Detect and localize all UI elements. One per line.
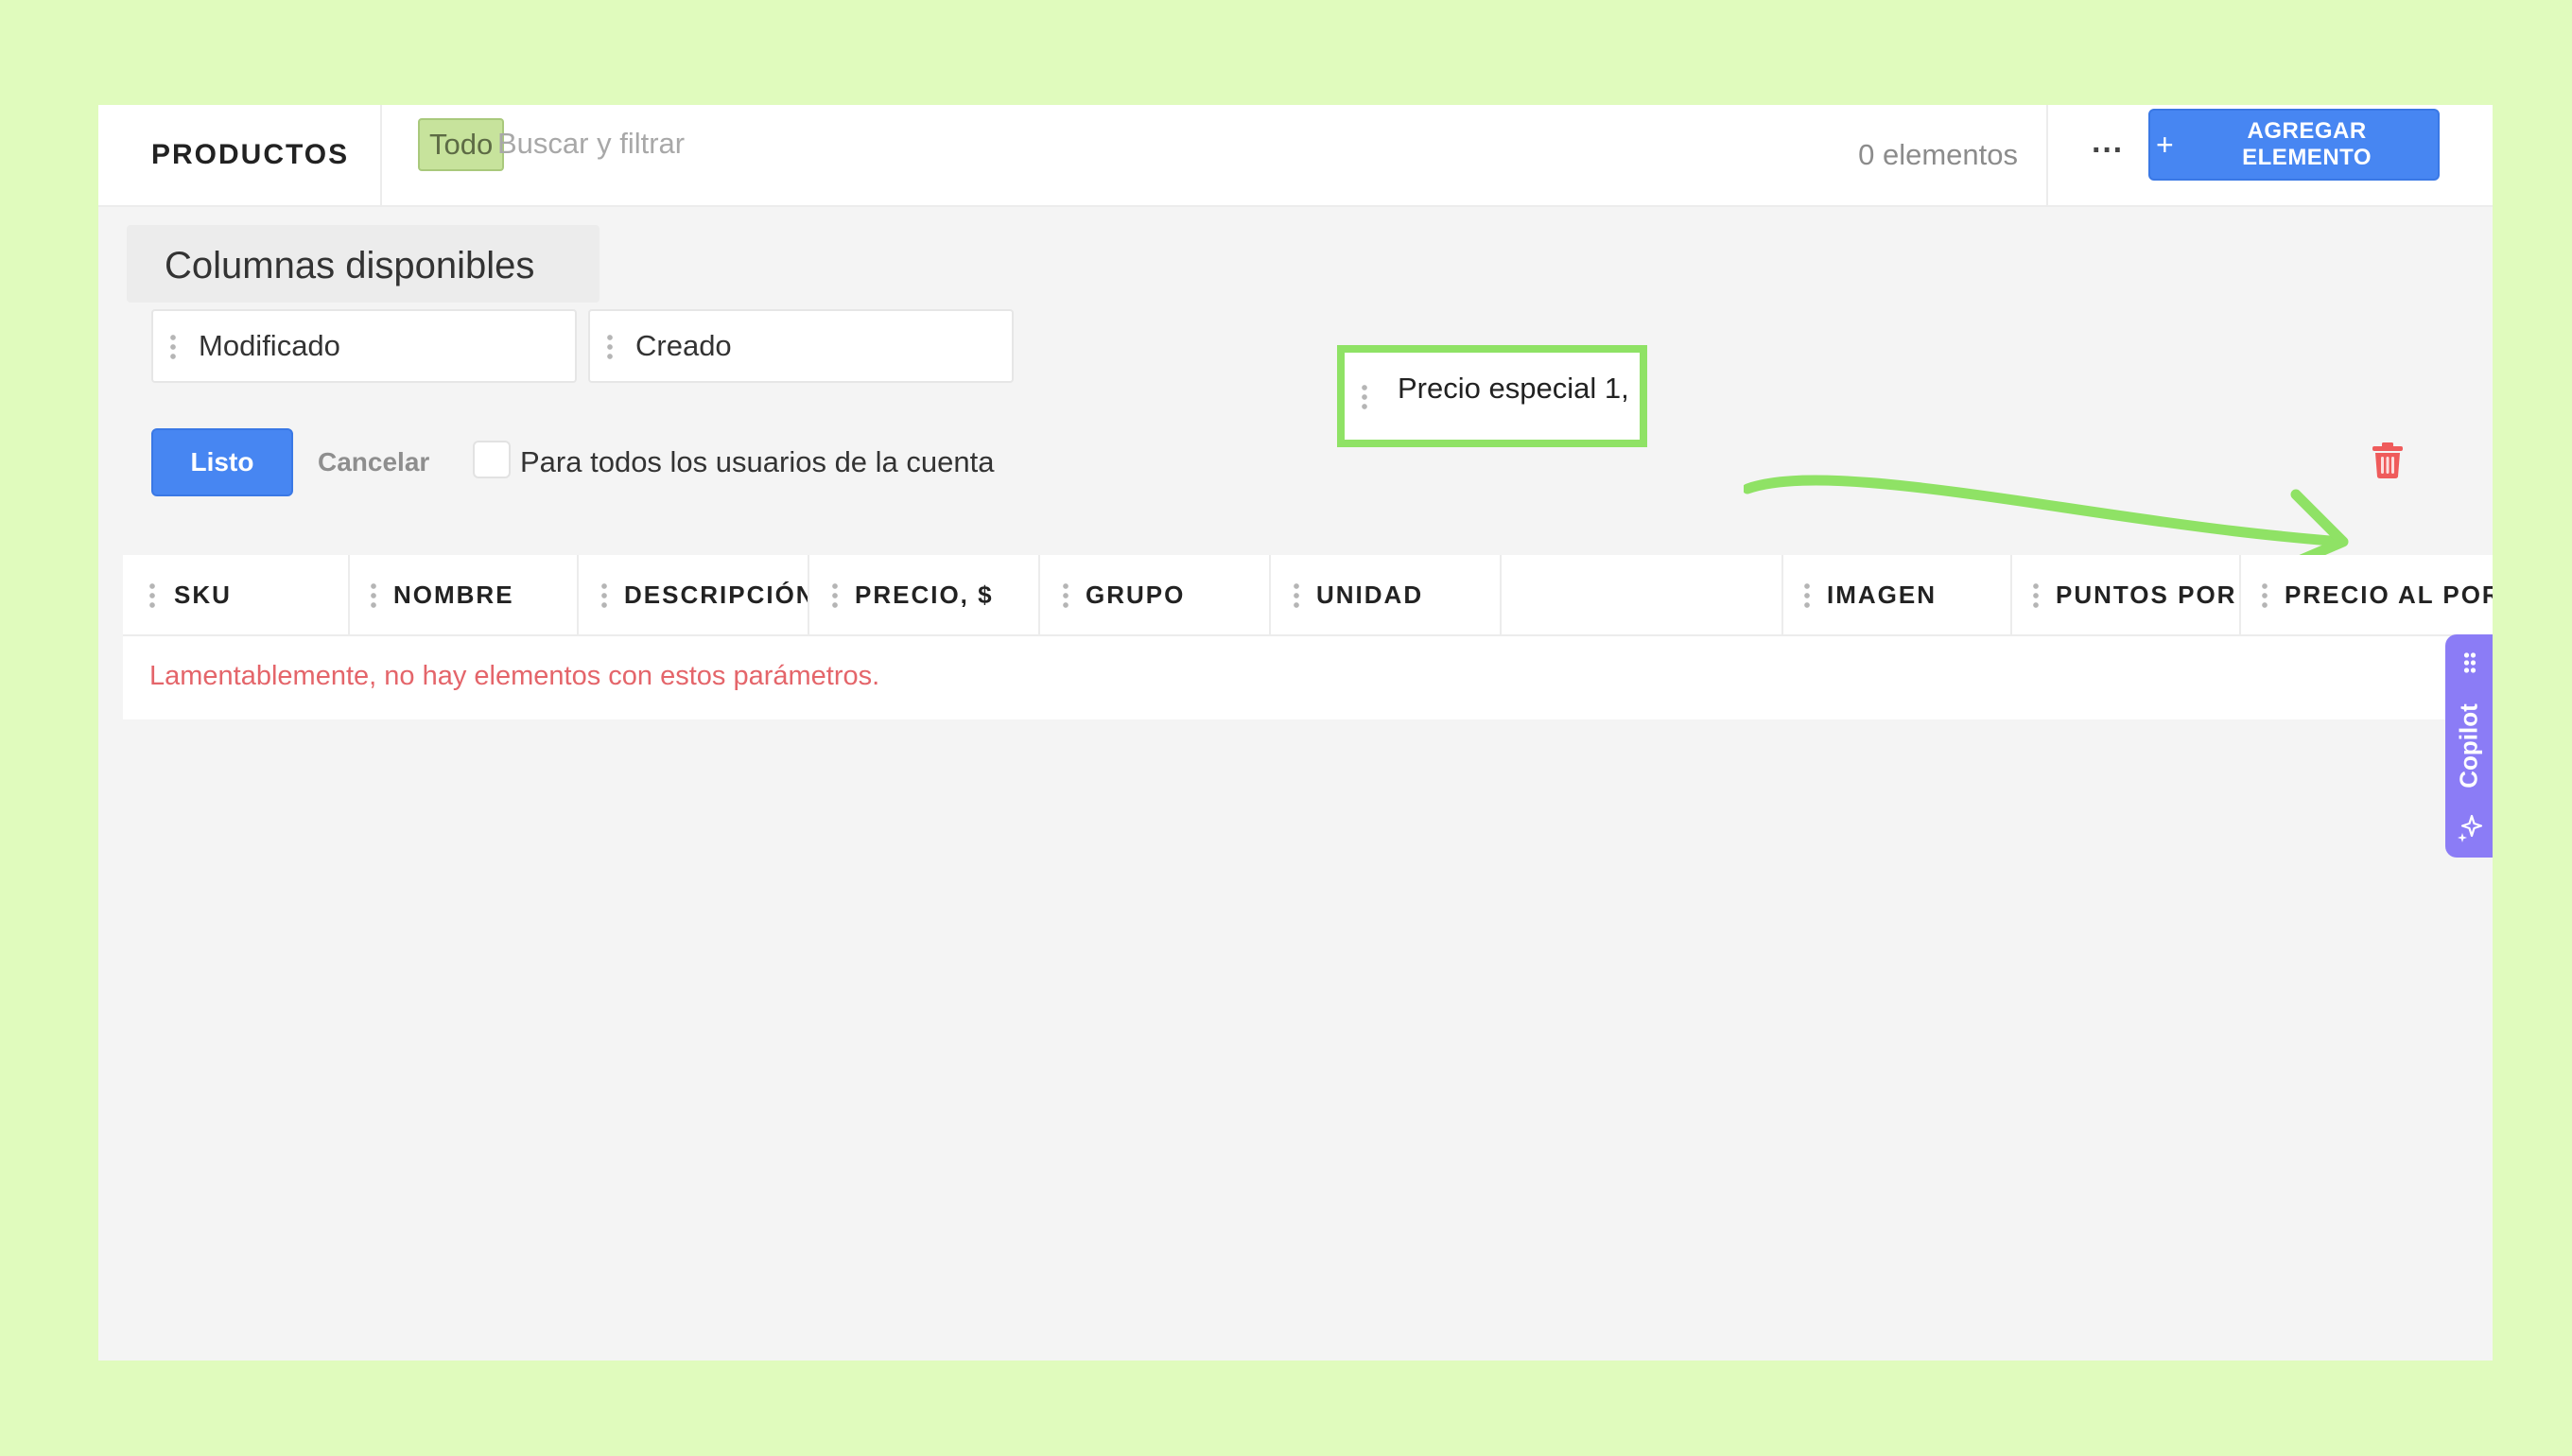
column-chip-creado[interactable]: Creado <box>588 309 1014 383</box>
column-header-label: SKU <box>174 581 232 609</box>
column-header-label: PRECIO AL POR <box>2285 581 2493 609</box>
page-title: PRODUCTOS <box>151 139 350 170</box>
add-item-button[interactable]: + AGREGAR ELEMENTO <box>2148 109 2440 181</box>
column-header-puntos[interactable]: PUNTOS POR CO <box>2012 555 2241 634</box>
drag-handle-icon[interactable] <box>149 581 155 608</box>
plus-icon: + <box>2156 127 2175 162</box>
available-columns-title-box: Columnas disponibles <box>127 225 600 303</box>
header-bar: PRODUCTOS Todo 0 elementos ··· + AGREGAR… <box>98 105 2493 207</box>
column-header-imagen[interactable]: IMAGEN <box>1783 555 2012 634</box>
drag-handle-icon[interactable] <box>2262 581 2268 608</box>
trash-icon[interactable] <box>2372 442 2404 479</box>
drag-handle-icon[interactable] <box>1294 581 1299 608</box>
column-header-label: DESCRIPCIÓN <box>624 581 809 609</box>
column-header-precio-al-por[interactable]: PRECIO AL POR <box>2241 555 2493 634</box>
app-window: PRODUCTOS Todo 0 elementos ··· + AGREGAR… <box>98 105 2493 1361</box>
table-header: SKU NOMBRE DESCRIPCIÓN PRECIO, $ GRUPO U… <box>123 555 2493 636</box>
column-header-sku[interactable]: SKU <box>123 555 350 634</box>
add-item-label: AGREGAR ELEMENTO <box>2242 118 2372 170</box>
all-users-checkbox[interactable] <box>473 441 511 478</box>
items-count: 0 elementos <box>1858 138 2018 171</box>
header-divider <box>380 105 382 205</box>
column-header-descripcion[interactable]: DESCRIPCIÓN <box>581 555 809 634</box>
column-header-label: PRECIO, $ <box>855 581 994 609</box>
drag-handle-icon[interactable] <box>607 333 613 359</box>
dragging-column-label: Precio especial 1, <box>1398 372 1629 405</box>
drag-dots-icon[interactable] <box>2463 651 2476 674</box>
filter-chip-all[interactable]: Todo <box>418 118 505 171</box>
copilot-label: Copilot <box>2454 703 2483 789</box>
column-header-label: GRUPO <box>1086 581 1186 609</box>
drag-handle-icon[interactable] <box>1063 581 1069 608</box>
drag-handle-icon[interactable] <box>1804 581 1810 608</box>
drag-handle-icon[interactable] <box>170 333 176 359</box>
drag-handle-icon[interactable] <box>1362 383 1367 409</box>
drag-handle-icon[interactable] <box>2033 581 2039 608</box>
column-chip-label: Creado <box>635 329 732 362</box>
column-header-unidad[interactable]: UNIDAD <box>1273 555 1502 634</box>
column-header-label: UNIDAD <box>1316 581 1424 609</box>
dragging-column-chip[interactable]: Precio especial 1, <box>1337 345 1647 447</box>
more-options-button[interactable]: ··· <box>2075 105 2141 205</box>
drag-handle-icon[interactable] <box>371 581 376 608</box>
column-header-grupo[interactable]: GRUPO <box>1042 555 1271 634</box>
cancel-button[interactable]: Cancelar <box>310 428 429 496</box>
column-header-nombre[interactable]: NOMBRE <box>350 555 579 634</box>
available-columns-title: Columnas disponibles <box>165 245 535 286</box>
done-button[interactable]: Listo <box>151 428 293 496</box>
column-drop-placeholder[interactable] <box>1503 555 1783 634</box>
column-header-precio[interactable]: PRECIO, $ <box>811 555 1040 634</box>
dragging-column-inner: Precio especial 1, <box>1352 360 1632 432</box>
all-users-label: Para todos los usuarios de la cuenta <box>520 445 995 478</box>
table-body: Lamentablemente, no hay elementos con es… <box>123 636 2493 719</box>
column-chip-modificado[interactable]: Modificado <box>151 309 577 383</box>
header-divider <box>2046 105 2048 205</box>
column-chip-label: Modificado <box>199 329 340 362</box>
sparkle-icon <box>2458 814 2483 842</box>
empty-state-message: Lamentablemente, no hay elementos con es… <box>149 661 880 691</box>
copilot-tab[interactable]: Copilot <box>2445 634 2493 858</box>
column-header-label: PUNTOS POR CO <box>2056 581 2239 609</box>
column-header-label: IMAGEN <box>1827 581 1937 609</box>
column-header-label: NOMBRE <box>393 581 514 609</box>
drag-handle-icon[interactable] <box>832 581 838 608</box>
search-input[interactable] <box>495 116 1823 171</box>
drag-handle-icon[interactable] <box>601 581 607 608</box>
